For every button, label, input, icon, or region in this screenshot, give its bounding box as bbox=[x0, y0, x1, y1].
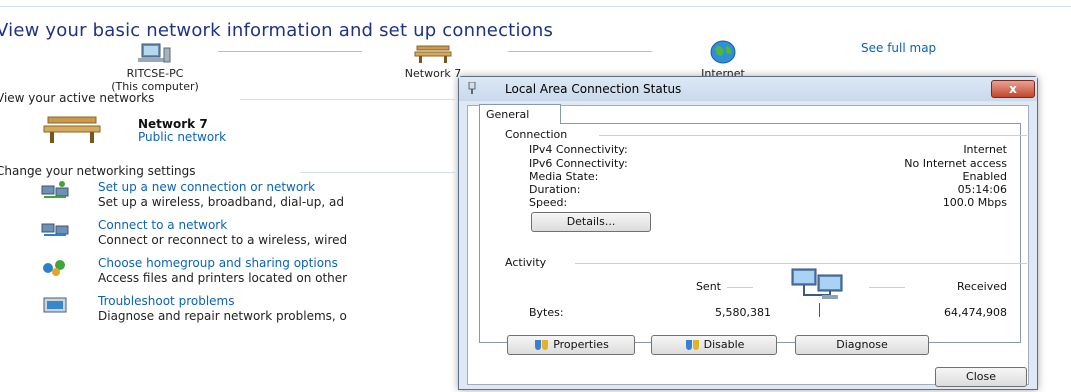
map-computer-node[interactable]: RITCSE-PC (This computer) bbox=[100, 42, 210, 93]
properties-label: Properties bbox=[553, 338, 609, 351]
homegroup-link[interactable]: Choose homegroup and sharing options bbox=[98, 256, 338, 270]
tab-general[interactable]: General bbox=[479, 104, 561, 124]
troubleshoot-desc: Diagnose and repair network problems, o bbox=[98, 309, 347, 323]
new-connection-icon bbox=[41, 181, 69, 198]
shield-icon bbox=[535, 340, 549, 350]
change-settings-title: Change your networking settings bbox=[0, 164, 196, 178]
network-activity-icon bbox=[791, 268, 843, 299]
window-top-border bbox=[0, 6, 1071, 7]
connection-status-dialog: Local Area Connection Status x General C… bbox=[458, 76, 1038, 390]
media-state-label: Media State: bbox=[529, 170, 599, 183]
received-line bbox=[869, 287, 905, 288]
received-label: Received bbox=[956, 280, 1007, 293]
close-button[interactable]: Close bbox=[935, 367, 1027, 387]
close-icon[interactable]: x bbox=[991, 80, 1035, 98]
bytes-sent-value: 5,580,381 bbox=[715, 306, 771, 319]
connection-icon bbox=[468, 82, 476, 94]
ipv6-label: IPv6 Connectivity: bbox=[529, 157, 628, 170]
bytes-label: Bytes: bbox=[529, 306, 564, 319]
details-button[interactable]: Details... bbox=[531, 212, 651, 232]
dialog-titlebar[interactable]: Local Area Connection Status x bbox=[459, 77, 1037, 101]
duration-value: 05:14:06 bbox=[957, 183, 1007, 196]
sent-line bbox=[727, 287, 753, 288]
task-connect-network: Connect to a network Connect or reconnec… bbox=[40, 218, 460, 252]
activity-separator bbox=[819, 303, 820, 317]
map-network-node[interactable]: Network 7 bbox=[378, 42, 488, 80]
activity-group-label: Activity bbox=[505, 256, 547, 269]
ipv4-value: Internet bbox=[963, 143, 1007, 156]
active-networks-title: View your active networks bbox=[0, 91, 155, 105]
media-state-value: Enabled bbox=[962, 170, 1007, 183]
disable-button[interactable]: Disable bbox=[651, 335, 777, 355]
map-connector bbox=[218, 51, 362, 52]
globe-icon bbox=[710, 40, 736, 64]
ipv4-label: IPv4 Connectivity: bbox=[529, 143, 628, 156]
disable-label: Disable bbox=[703, 338, 745, 351]
speed-label: Speed: bbox=[529, 196, 568, 209]
task-new-connection: Set up a new connection or network Set u… bbox=[40, 180, 460, 214]
troubleshoot-icon bbox=[43, 297, 67, 313]
new-connection-desc: Set up a wireless, broadband, dial-up, a… bbox=[98, 195, 344, 209]
group-divider bbox=[599, 135, 1027, 136]
network-type-link[interactable]: Public network bbox=[138, 130, 226, 144]
section-divider bbox=[240, 99, 455, 100]
dialog-title: Local Area Connection Status bbox=[505, 82, 682, 96]
bench-icon bbox=[414, 45, 452, 63]
new-connection-link[interactable]: Set up a new connection or network bbox=[98, 180, 315, 194]
connect-network-link[interactable]: Connect to a network bbox=[98, 218, 227, 232]
duration-label: Duration: bbox=[529, 183, 581, 196]
bench-icon bbox=[43, 116, 101, 143]
properties-button[interactable]: Properties bbox=[507, 335, 635, 355]
bytes-received-value: 64,474,908 bbox=[944, 306, 1007, 319]
troubleshoot-link[interactable]: Troubleshoot problems bbox=[98, 294, 234, 308]
connect-network-desc: Connect or reconnect to a wireless, wire… bbox=[98, 233, 348, 247]
active-network-name: Network 7 bbox=[138, 117, 208, 131]
computer-icon bbox=[138, 43, 171, 63]
task-troubleshoot: Troubleshoot problems Diagnose and repai… bbox=[40, 294, 460, 328]
homegroup-icon bbox=[43, 260, 65, 276]
homegroup-desc: Access files and printers located on oth… bbox=[98, 271, 348, 285]
map-connector bbox=[508, 51, 652, 52]
connect-network-icon bbox=[41, 223, 69, 236]
page-heading: View your basic network information and … bbox=[0, 20, 554, 41]
section-divider bbox=[300, 172, 455, 173]
diagnose-button[interactable]: Diagnose bbox=[795, 335, 929, 355]
speed-value: 100.0 Mbps bbox=[942, 196, 1007, 209]
group-divider bbox=[575, 263, 1027, 264]
ipv6-value: No Internet access bbox=[904, 157, 1007, 170]
shield-icon bbox=[685, 340, 699, 350]
map-internet-node[interactable]: Internet bbox=[668, 40, 778, 80]
task-homegroup: Choose homegroup and sharing options Acc… bbox=[40, 256, 460, 290]
computer-name: RITCSE-PC bbox=[126, 67, 184, 80]
connection-group-label: Connection bbox=[505, 128, 568, 141]
sent-label: Sent bbox=[695, 280, 721, 293]
see-full-map-link[interactable]: See full map bbox=[861, 41, 936, 55]
